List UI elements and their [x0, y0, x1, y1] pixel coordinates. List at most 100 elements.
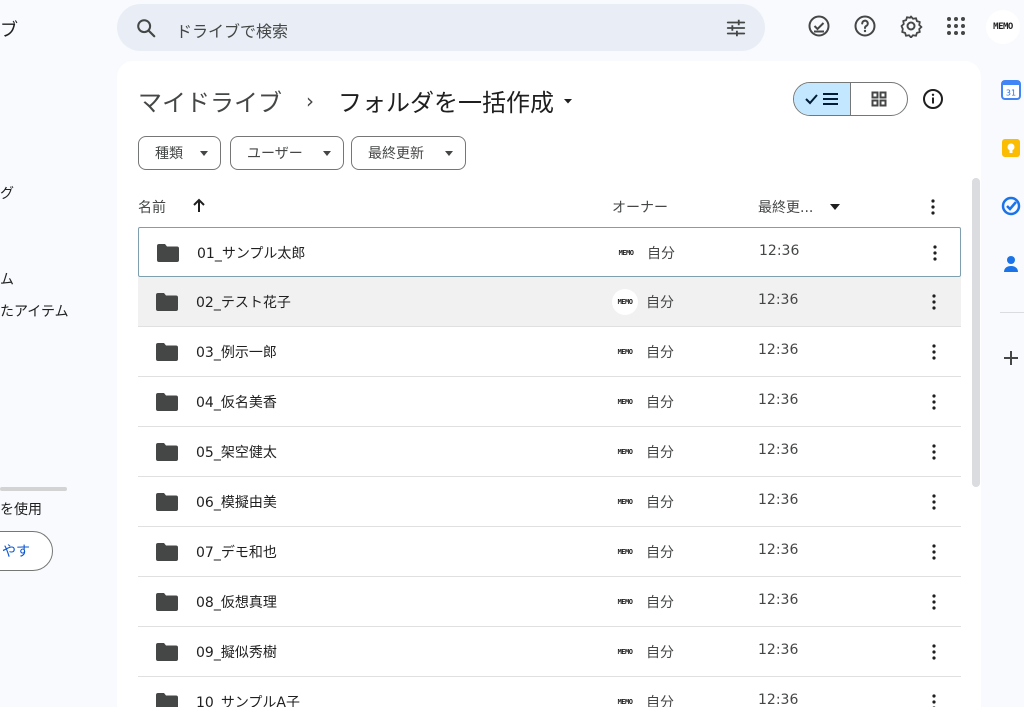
modified-time: 12:36: [759, 243, 800, 259]
apps-grid-icon[interactable]: [944, 14, 968, 38]
owner-avatar: MEMO: [617, 398, 633, 406]
grid-view-button[interactable]: [851, 83, 908, 115]
more-vert-icon[interactable]: [926, 492, 942, 512]
grid-view-icon: [871, 91, 887, 107]
caret-down-icon[interactable]: [830, 204, 840, 210]
folder-icon: [156, 443, 178, 461]
modified-time: 12:36: [758, 442, 799, 458]
caret-down-icon[interactable]: [562, 95, 574, 107]
owner-text: 自分: [646, 495, 674, 511]
modified-time: 12:36: [758, 392, 799, 408]
more-vert-icon[interactable]: [926, 542, 942, 562]
file-name[interactable]: 10_サンプルA子: [196, 692, 300, 707]
file-name[interactable]: 07_デモ和也: [196, 542, 277, 562]
owner-avatar: MEMO: [617, 698, 633, 706]
table-row[interactable]: 02_テスト花子 MEMO 自分 12:36: [138, 277, 961, 327]
more-vert-icon[interactable]: [926, 692, 942, 707]
search-icon[interactable]: [135, 17, 157, 39]
more-vert-icon[interactable]: [926, 342, 942, 362]
folder-icon: [157, 244, 179, 262]
more-vert-icon[interactable]: [926, 292, 942, 312]
contacts-icon[interactable]: [1001, 254, 1021, 274]
gear-icon[interactable]: [899, 14, 923, 38]
table-row[interactable]: 05_架空健太 MEMO 自分 12:36: [138, 427, 961, 477]
breadcrumb-current[interactable]: フォルダを一括作成: [338, 83, 554, 118]
dropdown-icon: [200, 151, 208, 156]
filter-modified-label: 最終更新: [368, 146, 424, 162]
search-bar[interactable]: ドライブで検索: [117, 4, 765, 51]
keep-icon[interactable]: [1001, 138, 1021, 158]
folder-icon: [156, 693, 178, 707]
calendar-day-number: 31: [1006, 89, 1016, 98]
list-view-button[interactable]: [794, 83, 851, 115]
dropdown-icon: [445, 151, 453, 156]
owner-avatar: MEMO: [617, 648, 633, 656]
file-name[interactable]: 03_例示一郎: [196, 342, 277, 362]
table-row[interactable]: 01_サンプル太郎 MEMO 自分 12:36: [138, 227, 961, 277]
file-name[interactable]: 04_仮名美香: [196, 392, 277, 412]
sidebar-drive-title: ブ: [0, 20, 18, 41]
more-vert-icon[interactable]: [926, 592, 942, 612]
table-row[interactable]: 04_仮名美香 MEMO 自分 12:36: [138, 377, 961, 427]
account-avatar[interactable]: MEMO: [986, 10, 1020, 44]
more-vert-icon[interactable]: [926, 392, 942, 412]
table-row[interactable]: 03_例示一郎 MEMO 自分 12:36: [138, 327, 961, 377]
file-name[interactable]: 02_テスト花子: [196, 292, 291, 312]
get-more-storage-button[interactable]: やす: [0, 531, 53, 571]
filter-modified-chip[interactable]: 最終更新: [351, 136, 466, 170]
tasks-icon[interactable]: [1001, 196, 1021, 216]
view-toggle[interactable]: [793, 82, 908, 116]
owner-avatar: MEMO: [617, 498, 633, 506]
file-name[interactable]: 05_架空健太: [196, 442, 277, 462]
more-vert-icon[interactable]: [926, 442, 942, 462]
file-name[interactable]: 08_仮想真理: [196, 592, 277, 612]
owner-avatar: MEMO: [617, 448, 633, 456]
scrollbar-thumb[interactable]: [972, 178, 980, 487]
modified-time: 12:36: [758, 692, 799, 707]
more-vert-icon[interactable]: [925, 198, 941, 216]
owner-text: 自分: [646, 695, 674, 707]
file-name[interactable]: 01_サンプル太郎: [197, 243, 305, 263]
column-header-owner[interactable]: オーナー: [612, 197, 668, 217]
more-vert-icon[interactable]: [926, 642, 942, 662]
breadcrumb-root[interactable]: マイドライブ: [138, 83, 282, 118]
table-row[interactable]: 07_デモ和也 MEMO 自分 12:36: [138, 527, 961, 577]
sort-arrow-up-icon[interactable]: [191, 198, 207, 214]
owner-avatar: MEMO: [617, 348, 633, 356]
file-name[interactable]: 09_擬似秀樹: [196, 642, 277, 662]
file-list: 01_サンプル太郎 MEMO 自分 12:36 02_テスト花子 MEMO 自分…: [138, 227, 961, 707]
modified-time: 12:36: [758, 642, 799, 658]
filter-type-chip[interactable]: 種類: [138, 136, 221, 170]
calendar-icon[interactable]: 31: [1001, 80, 1021, 100]
owner-text: 自分: [646, 645, 674, 661]
offline-check-icon[interactable]: [807, 14, 831, 38]
modified-time: 12:36: [758, 292, 799, 308]
plus-icon[interactable]: [1001, 348, 1021, 368]
dropdown-icon: [323, 151, 331, 156]
owner-text: 自分: [647, 246, 675, 262]
owner-text: 自分: [646, 345, 674, 361]
folder-icon: [156, 643, 178, 661]
storage-bar: [0, 487, 67, 491]
sidebar-item-fragment[interactable]: グ: [0, 183, 14, 203]
column-header-modified[interactable]: 最終更...: [758, 197, 813, 217]
folder-icon: [156, 343, 178, 361]
storage-usage-text: を使用: [0, 502, 42, 518]
sidebar-item-starred[interactable]: たアイテム: [0, 301, 69, 321]
owner-text: 自分: [646, 595, 674, 611]
tune-icon[interactable]: [725, 17, 747, 39]
list-view-icon: [805, 93, 838, 105]
sidebar-item-fragment[interactable]: ム: [0, 269, 14, 289]
column-header-name[interactable]: 名前: [138, 197, 166, 217]
table-row[interactable]: 06_模擬由美 MEMO 自分 12:36: [138, 477, 961, 527]
file-name[interactable]: 06_模擬由美: [196, 492, 277, 512]
filter-user-chip[interactable]: ユーザー: [230, 136, 344, 170]
more-vert-icon[interactable]: [927, 243, 943, 263]
folder-icon: [156, 543, 178, 561]
table-row[interactable]: 09_擬似秀樹 MEMO 自分 12:36: [138, 627, 961, 677]
help-icon[interactable]: [853, 14, 877, 38]
table-row[interactable]: 08_仮想真理 MEMO 自分 12:36: [138, 577, 961, 627]
info-icon[interactable]: [922, 88, 944, 110]
search-input[interactable]: ドライブで検索: [176, 18, 288, 42]
table-row[interactable]: 10_サンプルA子 MEMO 自分 12:36: [138, 677, 961, 707]
